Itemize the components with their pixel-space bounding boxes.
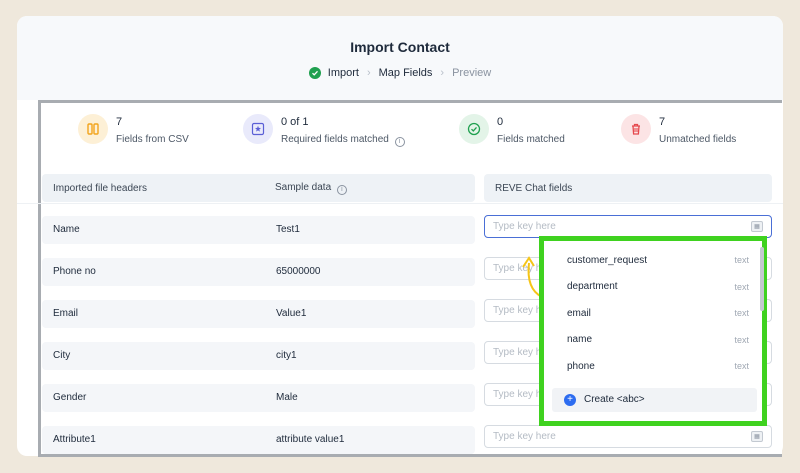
column-header-reve-label: REVE Chat fields bbox=[495, 182, 573, 194]
dropdown-option[interactable]: customer_request text bbox=[552, 247, 757, 274]
stat-label: Unmatched fields bbox=[659, 134, 737, 145]
option-type: text bbox=[734, 255, 749, 266]
stat-label: Fields from CSV bbox=[116, 134, 189, 145]
option-type: text bbox=[734, 308, 749, 319]
table-row bbox=[42, 384, 475, 412]
dropdown-option[interactable]: phone text bbox=[552, 353, 757, 380]
dropdown-option[interactable]: email text bbox=[552, 300, 757, 327]
info-icon[interactable]: i bbox=[394, 137, 405, 147]
star-box-icon bbox=[243, 114, 273, 144]
keyboard-icon: ▦ bbox=[751, 431, 763, 442]
chevron-right-icon: › bbox=[440, 67, 445, 79]
row-sample: city1 bbox=[276, 350, 297, 361]
option-type: text bbox=[734, 361, 749, 372]
field-dropdown: customer_request text department text em… bbox=[539, 236, 767, 426]
stat-label: Fields matched bbox=[497, 134, 565, 145]
stat-value: 0 bbox=[497, 116, 504, 128]
trash-icon bbox=[621, 114, 651, 144]
row-header: Attribute1 bbox=[53, 434, 96, 445]
option-name: name bbox=[567, 334, 593, 346]
field-placeholder: Type key here bbox=[493, 221, 556, 232]
dropdown-option[interactable]: department text bbox=[552, 274, 757, 301]
stat-fields-matched: 0 Fields matched bbox=[459, 114, 565, 145]
row-header: Phone no bbox=[53, 266, 96, 277]
row-header: Gender bbox=[53, 392, 87, 403]
row-header: City bbox=[53, 350, 71, 361]
column-header-sample: Sample data i bbox=[275, 182, 347, 195]
stat-required-fields: 0 of 1 Required fields matched i bbox=[243, 114, 405, 147]
page-header: Import Contact Import › Map Fields › Pre… bbox=[17, 16, 783, 100]
stat-value: 0 of 1 bbox=[281, 116, 309, 128]
row-header: Name bbox=[53, 224, 80, 235]
table-header-row: Imported file headers Sample data i bbox=[42, 174, 475, 202]
column-header-reve: REVE Chat fields bbox=[484, 174, 772, 202]
stat-label-row: Required fields matched i bbox=[281, 134, 405, 147]
table-row bbox=[42, 342, 475, 370]
row-sample: Test1 bbox=[276, 224, 300, 235]
info-icon[interactable]: i bbox=[336, 184, 347, 195]
table-row bbox=[42, 216, 475, 244]
step-preview[interactable]: Preview bbox=[452, 67, 491, 79]
step-import[interactable]: Import bbox=[328, 67, 359, 79]
stat-value: 7 bbox=[659, 116, 666, 128]
dropdown-list: customer_request text department text em… bbox=[552, 247, 757, 412]
reve-field-input[interactable]: Type key here ▦ bbox=[484, 215, 772, 238]
check-circle-icon bbox=[459, 114, 489, 144]
reve-field-input[interactable]: Type key here ▦ bbox=[484, 425, 772, 448]
option-name: phone bbox=[567, 360, 595, 372]
option-name: customer_request bbox=[567, 254, 648, 266]
row-sample: attribute value1 bbox=[276, 434, 345, 445]
column-header-sample-label: Sample data bbox=[275, 181, 332, 193]
option-name: email bbox=[567, 307, 591, 319]
row-sample: Value1 bbox=[276, 308, 307, 319]
field-placeholder: Type key here bbox=[493, 431, 556, 442]
dropdown-scrollbar[interactable] bbox=[760, 247, 764, 311]
table-row bbox=[42, 258, 475, 286]
column-header-imported: Imported file headers bbox=[53, 182, 147, 194]
table-row bbox=[42, 426, 475, 454]
page-title: Import Contact bbox=[350, 39, 450, 55]
option-name: department bbox=[567, 281, 618, 293]
row-header: Email bbox=[53, 308, 79, 319]
step-map-fields[interactable]: Map Fields bbox=[379, 67, 433, 79]
option-type: text bbox=[734, 281, 749, 292]
row-sample: Male bbox=[276, 392, 298, 403]
stat-value: 7 bbox=[116, 116, 123, 128]
dropdown-option[interactable]: name text bbox=[552, 327, 757, 354]
check-icon bbox=[308, 67, 321, 79]
chevron-right-icon: › bbox=[366, 67, 371, 79]
keyboard-icon: ▦ bbox=[751, 221, 763, 232]
option-type: text bbox=[734, 334, 749, 345]
columns-icon bbox=[78, 114, 108, 144]
create-field-button[interactable]: + Create <abc> bbox=[552, 387, 757, 412]
stat-unmatched-fields: 7 Unmatched fields bbox=[621, 114, 736, 145]
stat-fields-from-csv: 7 Fields from CSV bbox=[78, 114, 189, 145]
stat-label: Required fields matched bbox=[281, 134, 389, 145]
plus-icon: + bbox=[564, 393, 576, 406]
row-sample: 65000000 bbox=[276, 266, 321, 277]
divider bbox=[17, 203, 783, 204]
stepper: Import › Map Fields › Preview bbox=[17, 67, 783, 79]
table-row bbox=[42, 300, 475, 328]
create-label: Create <abc> bbox=[584, 394, 645, 405]
